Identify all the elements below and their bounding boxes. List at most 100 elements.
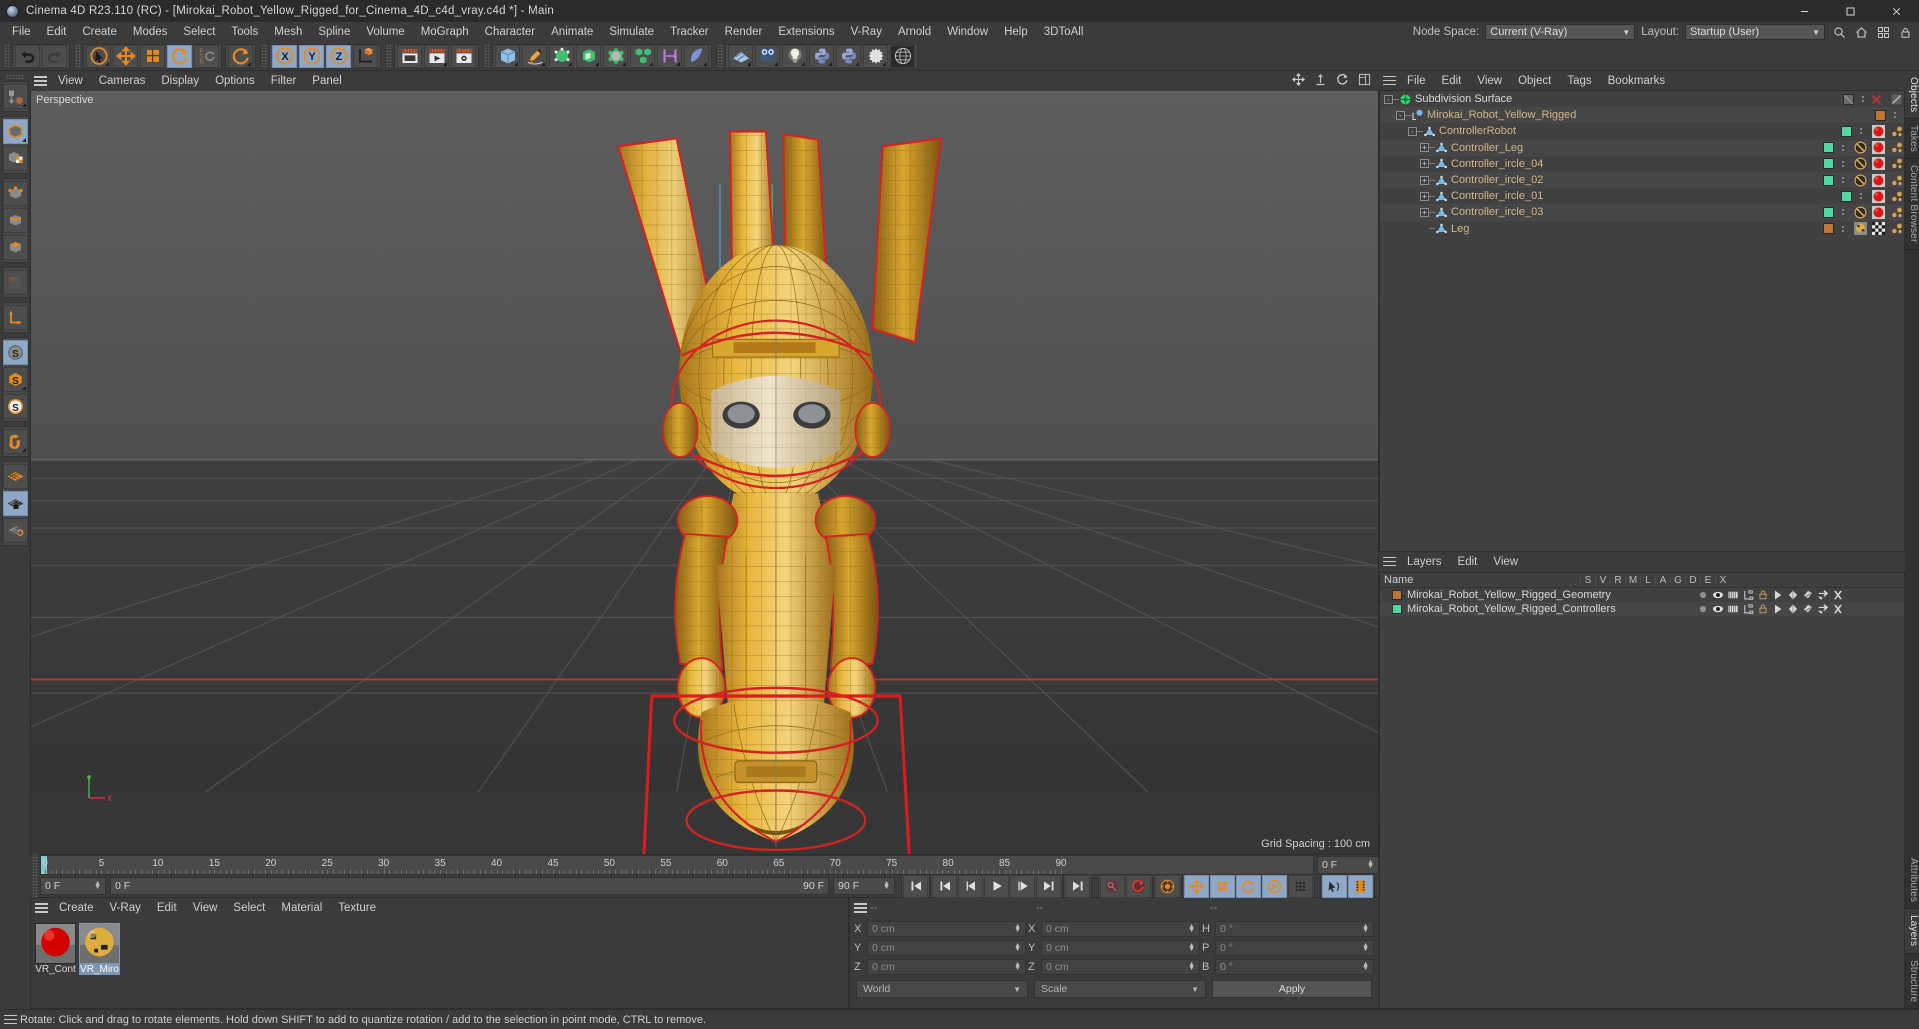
viewport-menu-hamburger-icon[interactable]: [30, 72, 50, 90]
material-menu-select[interactable]: Select: [225, 898, 273, 918]
point-level-key-button[interactable]: [1288, 874, 1313, 898]
rotate-alt-button[interactable]: [228, 44, 253, 68]
scene-nodes-button[interactable]: [603, 44, 628, 68]
eye-icon[interactable]: [1711, 589, 1724, 602]
minimize-button[interactable]: [1781, 0, 1827, 22]
no-icon[interactable]: [1852, 156, 1868, 172]
size-y-input[interactable]: 0 cm ▲ ▼: [1041, 939, 1200, 956]
menu-volume[interactable]: Volume: [358, 22, 412, 42]
animation-icon[interactable]: [1771, 603, 1784, 616]
render-view-button[interactable]: [397, 44, 422, 68]
collapse-icon[interactable]: -: [1384, 94, 1393, 104]
layer-manager[interactable]: Name SVRMLAGDEX Mirokai_Robot_Yellow_Rig…: [1379, 572, 1905, 1009]
position-key-button[interactable]: [1184, 874, 1209, 898]
object-tree-row[interactable]: + Controller_ircle_01: [1380, 188, 1904, 204]
object-tree-row[interactable]: + Controller_Leg: [1380, 139, 1904, 156]
expressions-icon[interactable]: [1816, 589, 1829, 602]
red-sphere-icon[interactable]: [1870, 204, 1886, 220]
next-frame-button[interactable]: [1010, 874, 1035, 898]
toolbar-grip[interactable]: [386, 44, 392, 68]
maximize-view-icon[interactable]: [1358, 73, 1371, 89]
expand-icon[interactable]: +: [1420, 191, 1429, 201]
red-sphere-icon[interactable]: [1870, 156, 1886, 172]
menu-tracker[interactable]: Tracker: [662, 22, 717, 42]
position-x-input[interactable]: 0 cm ▲ ▼: [867, 920, 1026, 937]
size-mode-select[interactable]: Scale ▼: [1034, 980, 1206, 998]
toolbar-grip[interactable]: [75, 44, 81, 68]
expand-icon[interactable]: +: [1420, 159, 1429, 169]
scale-tool-button[interactable]: [140, 44, 165, 68]
apply-button[interactable]: Apply: [1212, 980, 1372, 998]
expand-icon[interactable]: +: [1420, 207, 1429, 217]
render-icon[interactable]: [1726, 603, 1739, 616]
color-swatch[interactable]: [1822, 223, 1834, 235]
field-button[interactable]: [657, 44, 682, 68]
layer-menu-edit[interactable]: Edit: [1450, 552, 1486, 572]
layer-column-d[interactable]: D: [1685, 574, 1700, 586]
menu-select[interactable]: Select: [175, 22, 223, 42]
python-tag-button[interactable]: [836, 44, 861, 68]
layer-menu-hamburger-icon[interactable]: [1379, 553, 1399, 571]
object-tree-row[interactable]: + Controller_ircle_03: [1380, 204, 1904, 221]
menu-file[interactable]: File: [4, 22, 39, 42]
stepper-icon[interactable]: ▲ ▼: [94, 880, 101, 891]
material-item[interactable]: VR_Miro: [79, 923, 120, 975]
toolbar-grip[interactable]: [484, 44, 490, 68]
layer-column-v[interactable]: V: [1595, 574, 1610, 586]
particle-emitter-button[interactable]: [863, 44, 888, 68]
python-generator-button[interactable]: [809, 44, 834, 68]
menu-character[interactable]: Character: [477, 22, 544, 42]
viewport-menu-display[interactable]: Display: [153, 71, 207, 91]
layer-row[interactable]: Mirokai_Robot_Yellow_Rigged_Geometry: [1380, 588, 1904, 602]
color-swatch[interactable]: [1822, 174, 1834, 186]
object-tree-item[interactable]: + Controller_Leg: [1380, 141, 1818, 154]
menu-mesh[interactable]: Mesh: [266, 22, 310, 42]
stepper-icon[interactable]: ▲ ▼: [1362, 942, 1369, 953]
disabled-swatch[interactable]: [1842, 93, 1854, 105]
tab-takes[interactable]: Takes: [1905, 119, 1919, 160]
layer-color-swatch[interactable]: [1392, 590, 1402, 600]
stepper-icon[interactable]: ▲ ▼: [1014, 942, 1021, 953]
color-swatch[interactable]: [1840, 190, 1852, 202]
coordinate-system-select[interactable]: World ▼: [856, 980, 1028, 998]
menu-vray[interactable]: V-Ray: [843, 22, 890, 42]
uv-icon[interactable]: [1870, 221, 1886, 237]
stepper-icon[interactable]: ▲ ▼: [883, 880, 890, 891]
render-settings-button[interactable]: [451, 44, 476, 68]
pen-spline-button[interactable]: [522, 44, 547, 68]
render-icon[interactable]: [1726, 589, 1739, 602]
deformer-button[interactable]: [576, 44, 601, 68]
tab-content-browser[interactable]: Content Browser: [1905, 159, 1919, 250]
size-x-input[interactable]: 0 cm ▲ ▼: [1041, 920, 1200, 937]
sound-button[interactable]: [1322, 874, 1347, 898]
stepper-icon[interactable]: ▲ ▼: [1014, 961, 1021, 972]
home-icon[interactable]: [1853, 24, 1869, 40]
red-sphere-icon[interactable]: [1870, 188, 1886, 204]
end-frame-field[interactable]: 90 F ▲ ▼: [833, 877, 895, 895]
camera-button[interactable]: [755, 44, 780, 68]
menu-tools[interactable]: Tools: [223, 22, 266, 42]
play-button[interactable]: [984, 874, 1009, 898]
visibility-dots[interactable]: [1856, 128, 1866, 135]
maximize-button[interactable]: [1827, 0, 1873, 22]
mograph-cloner-button[interactable]: [630, 44, 655, 68]
floor-environment-button[interactable]: [728, 44, 753, 68]
menu-mograph[interactable]: MoGraph: [413, 22, 477, 42]
lock-y-axis-button[interactable]: Y: [299, 44, 324, 68]
lock-x-axis-button[interactable]: X: [272, 44, 297, 68]
material-item[interactable]: VR_Cont: [35, 923, 76, 975]
object-axis-button[interactable]: S: [2, 367, 28, 392]
move-tool-button[interactable]: [113, 44, 138, 68]
layer-column-g[interactable]: G: [1670, 574, 1685, 586]
magnet-snap-button[interactable]: [2, 429, 28, 454]
rotate-view-icon[interactable]: [1336, 73, 1349, 89]
go-to-start-button[interactable]: [903, 874, 928, 898]
color-swatch[interactable]: [1822, 142, 1834, 154]
color-swatch[interactable]: [1840, 125, 1852, 137]
menu-edit[interactable]: Edit: [39, 22, 75, 42]
object-tree-item[interactable]: + Controller_ircle_01: [1380, 190, 1836, 203]
object-menu-view[interactable]: View: [1469, 71, 1510, 91]
xref-icon[interactable]: [1831, 603, 1844, 616]
layer-color-chip[interactable]: [1818, 206, 1838, 218]
object-tree-item[interactable]: - Subdivision Surface: [1380, 93, 1838, 106]
